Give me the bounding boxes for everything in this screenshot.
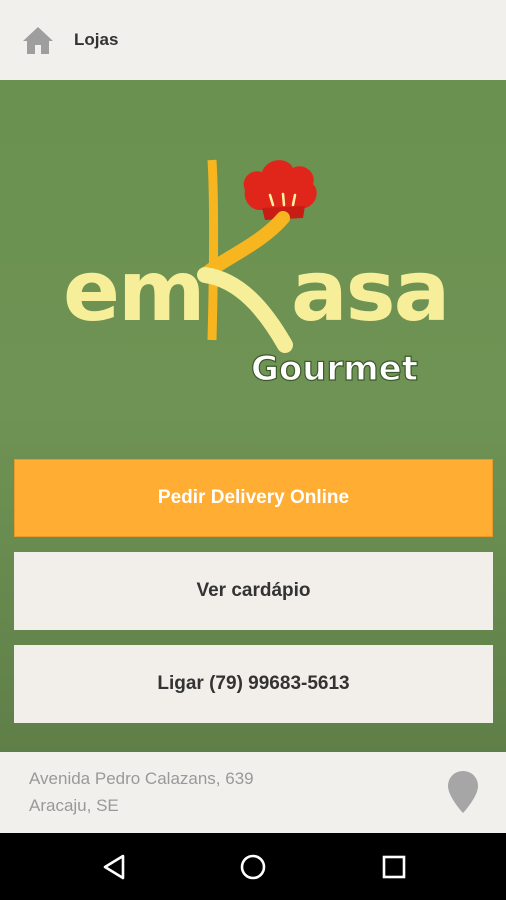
recent-apps-icon [382,855,406,879]
logo-text-gourmet: Gourmet [251,349,418,389]
logo-text-asa: asa [291,242,448,340]
nav-home-button[interactable] [231,845,275,889]
order-delivery-button[interactable]: Pedir Delivery Online [14,459,493,537]
home-icon [23,27,53,54]
home-button[interactable] [0,0,76,80]
address-street: Avenida Pedro Calazans, 639 [29,769,254,788]
home-circle-icon [240,854,266,880]
address-city: Aracaju, SE [29,796,119,815]
logo-text-em: em [63,242,204,340]
store-address-bar[interactable]: Avenida Pedro Calazans, 639 Aracaju, SE [0,752,506,833]
nav-recent-button[interactable] [372,845,416,889]
call-store-button[interactable]: Ligar (79) 99683-5613 [14,645,493,723]
nav-back-button[interactable] [92,845,136,889]
back-icon [103,854,125,880]
top-bar: Lojas [0,0,506,80]
android-nav-bar [0,833,506,900]
map-pin-icon[interactable] [446,770,480,814]
view-menu-button[interactable]: Ver cardápio [14,552,493,630]
store-hero: em asa Gourmet Pedir Delivery Online Ver… [0,80,506,752]
chef-hat-icon [243,160,317,220]
page-title: Lojas [74,30,119,49]
emkasa-gourmet-logo: em asa Gourmet [63,159,450,390]
